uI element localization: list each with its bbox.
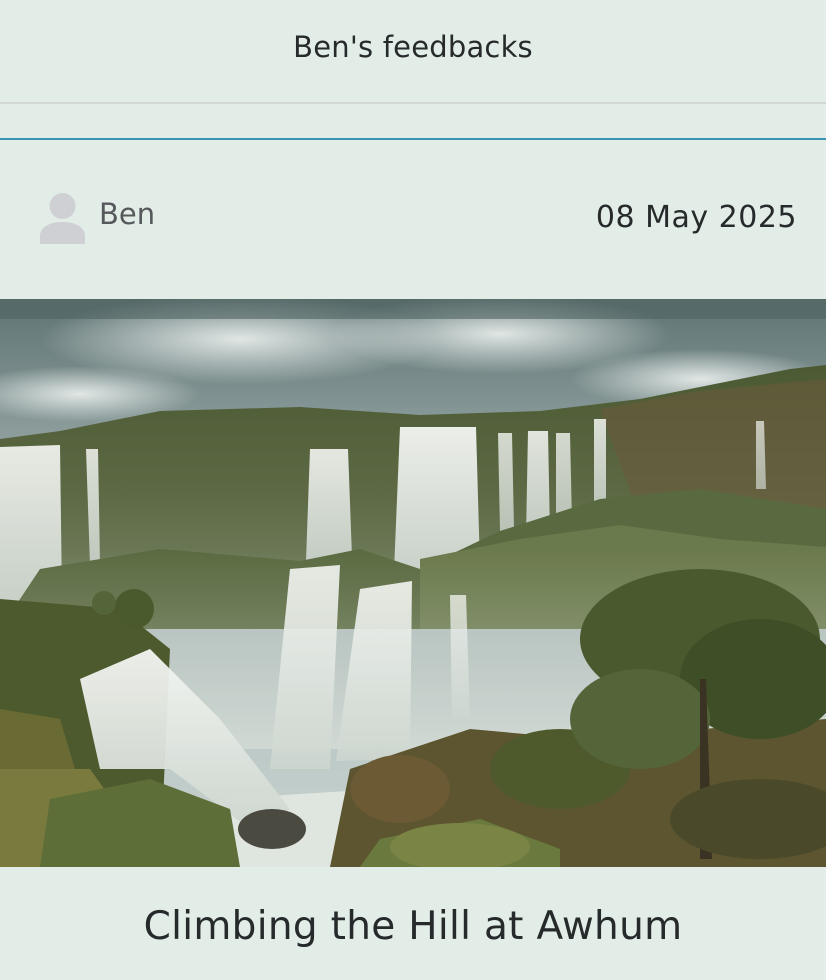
person-placeholder-icon xyxy=(40,193,85,244)
feedback-page: Ben's feedbacks Ben 08 May 2025 Climbing… xyxy=(0,0,826,980)
page-header: Ben's feedbacks xyxy=(0,0,826,104)
post-image[interactable] xyxy=(0,299,826,867)
post-title[interactable]: Climbing the Hill at Awhum xyxy=(0,904,826,949)
post-author[interactable]: Ben xyxy=(40,192,155,244)
post-date: 08 May 2025 xyxy=(595,200,797,235)
page-title: Ben's feedbacks xyxy=(293,30,533,64)
post-meta: Ben 08 May 2025 xyxy=(0,140,826,300)
author-name: Ben xyxy=(99,197,156,231)
